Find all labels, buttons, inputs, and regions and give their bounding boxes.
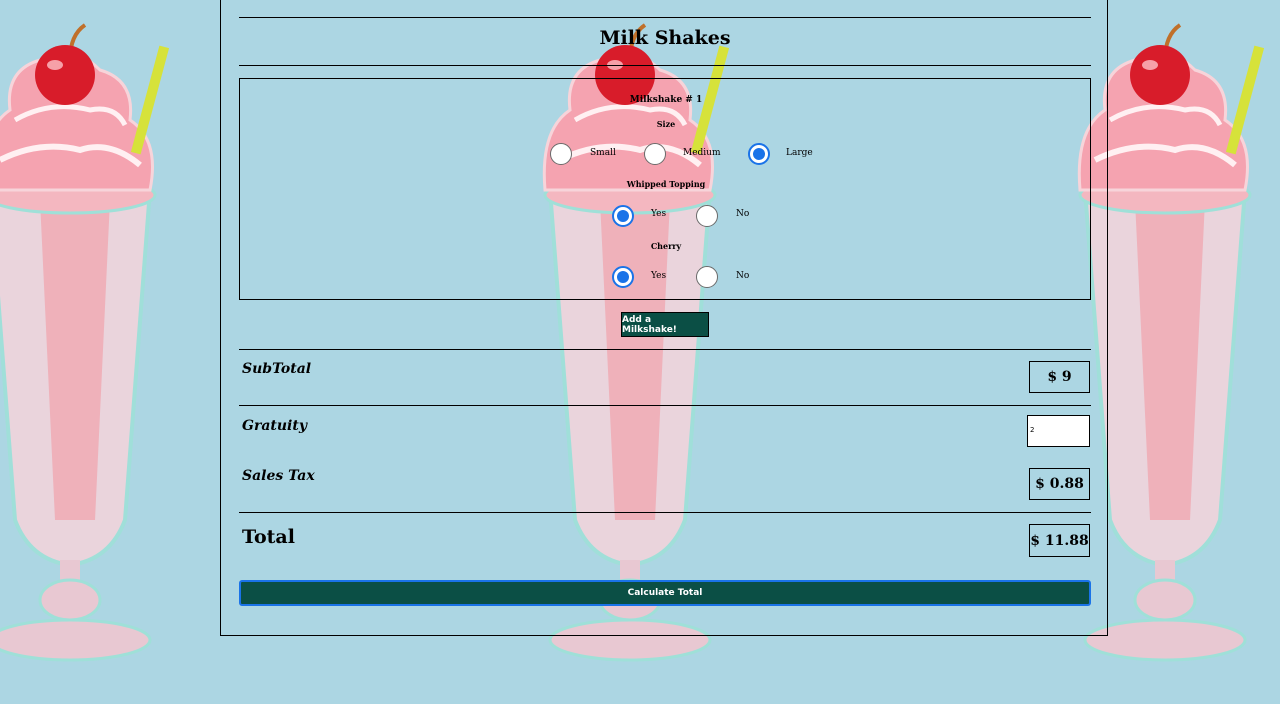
whipped-yes-label: Yes: [651, 209, 667, 219]
cherry-no-radio[interactable]: [696, 266, 718, 288]
whipped-yes-radio[interactable]: [612, 205, 634, 227]
divider: [239, 349, 1091, 350]
add-milkshake-button[interactable]: Add a Milkshake!: [621, 312, 709, 337]
size-medium-label: Medium: [683, 148, 721, 158]
size-small-radio[interactable]: [550, 143, 572, 165]
size-small-label: Small: [590, 148, 616, 158]
whipped-topping-label: Whipped Topping: [626, 179, 706, 189]
milkshake-form: Milkshake # 1 Size Small Medium Large Wh…: [239, 78, 1091, 300]
size-large-label: Large: [786, 148, 813, 158]
divider: [239, 405, 1091, 406]
cherry-yes-radio[interactable]: [612, 266, 634, 288]
page-title: Milk Shakes: [599, 27, 731, 49]
cherry-yes-label: Yes: [651, 271, 667, 281]
sales-tax-label: Sales Tax: [242, 468, 315, 484]
cherry-label: Cherry: [650, 241, 682, 251]
gratuity-input[interactable]: 2: [1027, 415, 1090, 447]
total-label: Total: [242, 526, 295, 548]
whipped-no-radio[interactable]: [696, 205, 718, 227]
subtotal-label: SubTotal: [242, 361, 312, 377]
size-label: Size: [656, 119, 676, 129]
calculate-total-button[interactable]: Calculate Total: [239, 580, 1091, 606]
subtotal-value: $ 9: [1029, 361, 1090, 393]
whipped-no-label: No: [736, 209, 750, 219]
gratuity-label: Gratuity: [242, 418, 307, 434]
milkshake-heading: Milkshake # 1: [629, 95, 703, 105]
divider: [239, 512, 1091, 513]
sales-tax-value: $ 0.88: [1029, 468, 1090, 500]
order-form-container: Milk Shakes Milkshake # 1 Size Small Med…: [220, 0, 1108, 636]
size-medium-radio[interactable]: [644, 143, 666, 165]
size-large-radio[interactable]: [748, 143, 770, 165]
milkshake-background-image: [0, 0, 180, 700]
cherry-no-label: No: [736, 271, 750, 281]
divider: [239, 65, 1091, 66]
divider: [239, 17, 1091, 18]
total-value: $ 11.88: [1029, 524, 1090, 557]
